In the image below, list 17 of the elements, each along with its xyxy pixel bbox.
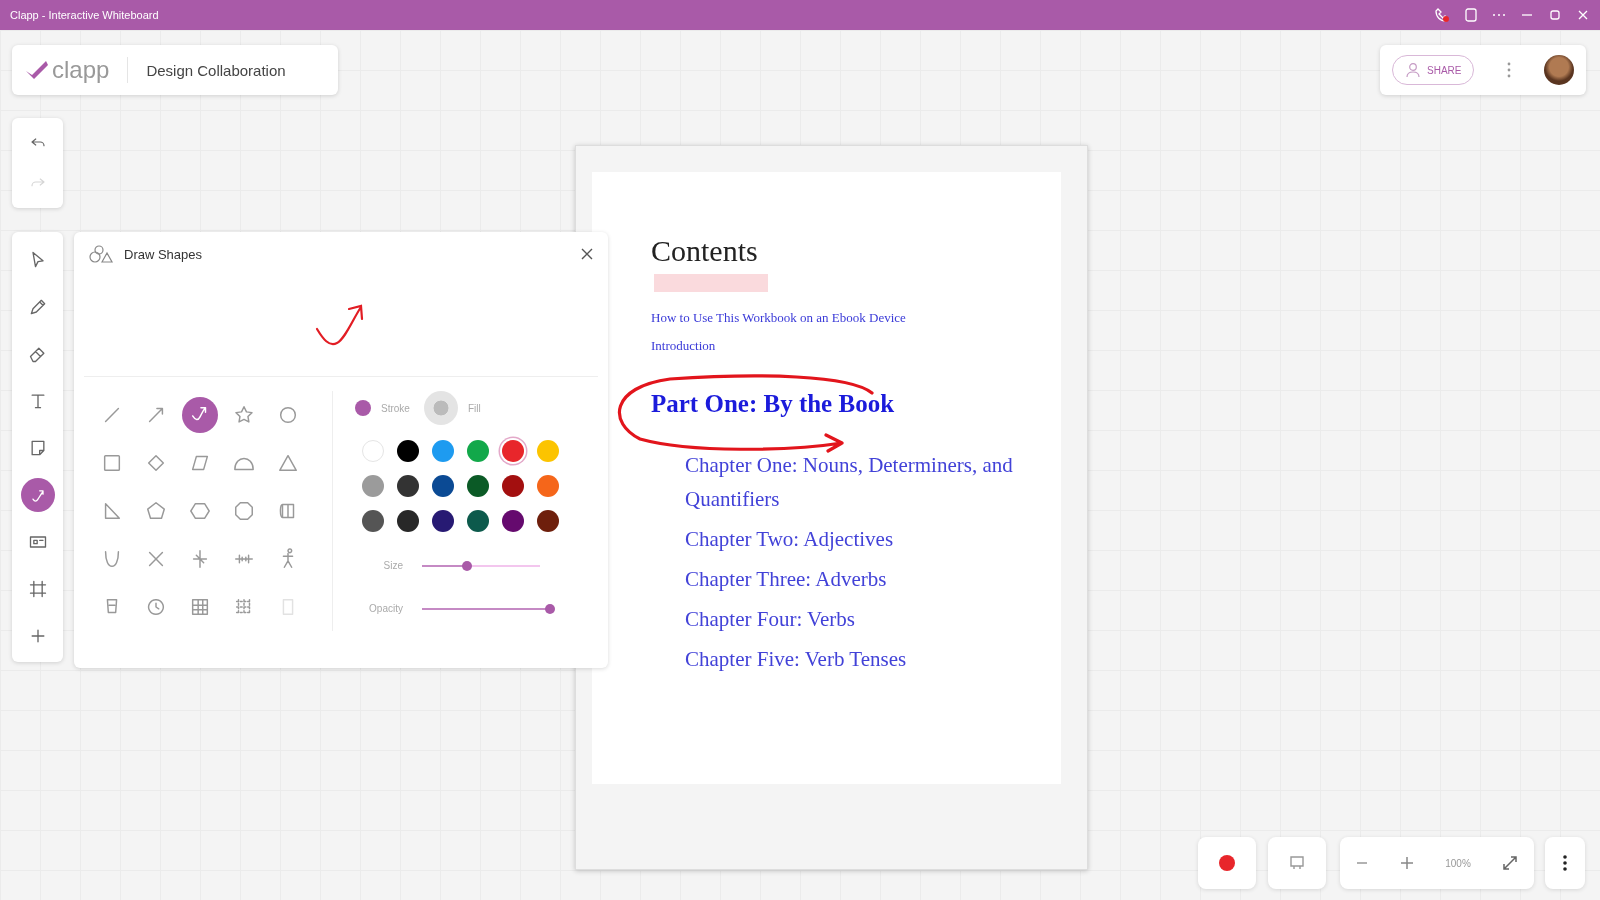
slider-label: Opacity	[368, 603, 403, 614]
toc-link[interactable]: Introduction	[651, 332, 1061, 360]
toc-link[interactable]: Chapter One: Nouns, Determiners, and Quantifiers	[685, 448, 1025, 516]
slider-label: Size	[382, 560, 403, 571]
zoom-level: 100%	[1445, 857, 1471, 869]
toc-link[interactable]: Part One: By the Book	[651, 390, 1061, 418]
toc-link[interactable]: Chapter Five: Verb Tenses	[685, 642, 1025, 676]
window-title: Clapp - Interactive Whiteboard	[10, 9, 160, 21]
share-button[interactable]: SHARE	[1392, 55, 1475, 85]
panel-title: Draw Shapes	[124, 246, 204, 262]
toc-link[interactable]: Chapter Two: Adjectives	[685, 522, 1025, 556]
document-heading: Contents	[651, 234, 759, 268]
toc-link[interactable]: How to Use This Workbook on an Ebook Device	[651, 304, 1061, 332]
toc-link[interactable]: Chapter Three: Adverbs	[685, 562, 1025, 596]
logo-text: clapp	[52, 56, 110, 84]
toc-link[interactable]: Chapter Four: Verbs	[685, 602, 1025, 636]
board-title: Design Collaboration	[146, 61, 286, 79]
